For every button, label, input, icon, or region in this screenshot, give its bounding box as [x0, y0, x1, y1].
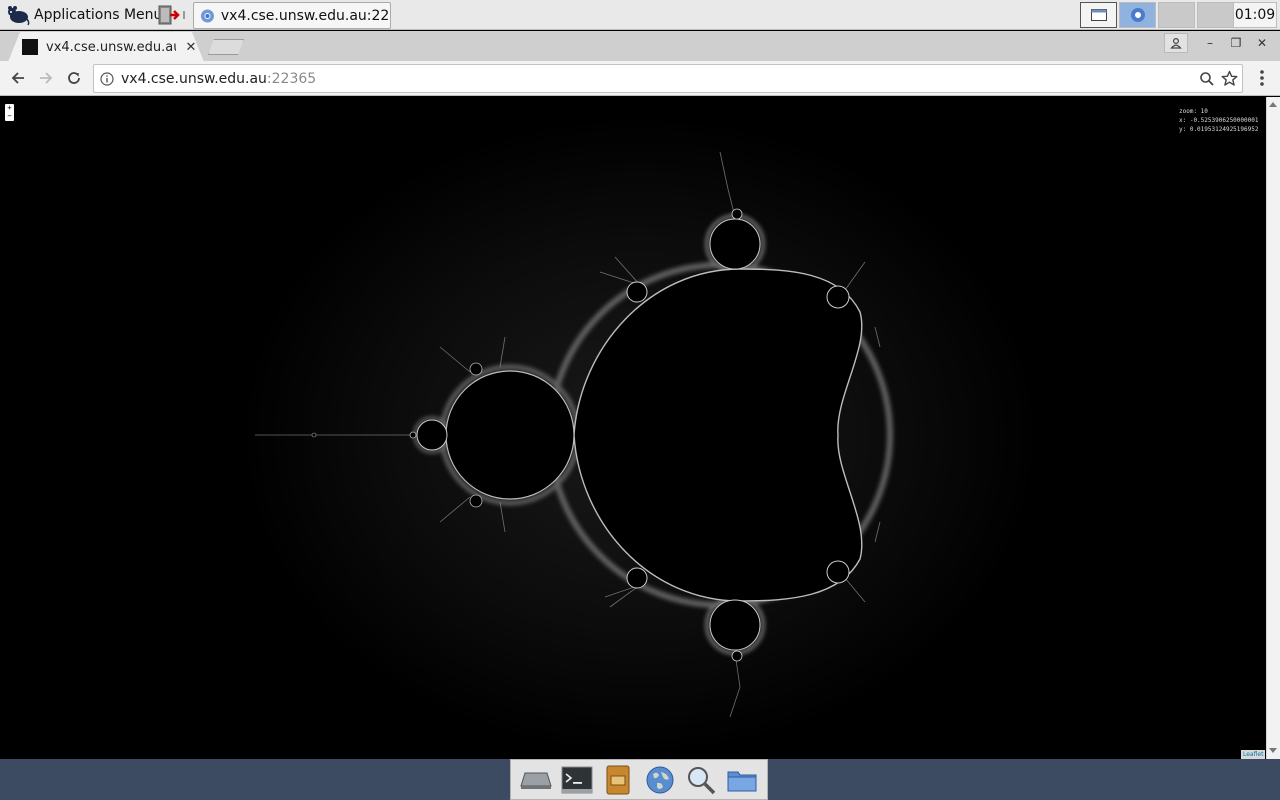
applications-menu-label: Applications Menu	[34, 7, 163, 23]
zoom-magnifier-icon[interactable]	[1199, 71, 1215, 87]
profile-button[interactable]	[1164, 33, 1188, 53]
terminal-icon	[561, 766, 593, 793]
clock[interactable]: 01:09	[1233, 2, 1277, 28]
forward-button[interactable]	[34, 66, 58, 90]
map-info-panel: zoom: 10 x: -0.5253906250000001 y: 0.01953…	[1179, 107, 1258, 134]
dock	[510, 759, 768, 800]
file-manager-icon	[606, 765, 630, 794]
taskbar-window-label: vx4.cse.unsw.edu.au:22...	[220, 7, 390, 24]
folder-icon	[727, 771, 757, 791]
workspace-3[interactable]	[1158, 2, 1195, 28]
close-window-button[interactable]: ✕	[1250, 33, 1274, 53]
info-x: x: -0.5253906250000001	[1179, 117, 1259, 124]
xfce-mouse-icon	[8, 6, 30, 26]
dock-web-browser[interactable]	[642, 762, 678, 798]
vertical-scrollbar[interactable]	[1266, 97, 1280, 759]
reload-icon	[68, 72, 80, 84]
workspace-1[interactable]	[1080, 2, 1117, 28]
minimize-button[interactable]: –	[1198, 33, 1222, 53]
workspace-switcher	[1080, 2, 1234, 28]
top-panel: Applications Menu vx4.cse.unsw.edu.au:22…	[0, 0, 1280, 30]
url-port: :22365	[266, 71, 317, 87]
chrome-icon	[200, 8, 214, 23]
new-tab-button[interactable]	[208, 39, 244, 55]
dock-terminal[interactable]	[559, 762, 595, 798]
logout-icon	[158, 5, 185, 25]
logout-launcher[interactable]	[156, 3, 192, 27]
dock-search[interactable]	[683, 762, 719, 798]
page-viewport[interactable]: + − zoom: 10 x: -0.5253906250000001 y: 0.0…	[0, 97, 1266, 759]
search-icon	[687, 766, 716, 794]
url-host: vx4.cse.unsw.edu.au	[121, 71, 267, 87]
taskbar-window-button[interactable]: vx4.cse.unsw.edu.au:22...	[193, 2, 391, 29]
tab-close-button[interactable]: ✕	[184, 40, 198, 55]
bookmark-star-icon[interactable]	[1221, 70, 1238, 87]
chrome-menu-icon[interactable]	[1252, 67, 1272, 91]
dock-home-drive[interactable]	[518, 762, 554, 798]
map-zoom-control: + −	[5, 104, 14, 121]
mandelbrot-fractal[interactable]	[0, 97, 1266, 759]
workspace-4[interactable]	[1197, 2, 1234, 28]
window-icon	[1090, 9, 1107, 21]
person-icon	[1170, 37, 1182, 49]
web-browser-icon	[646, 766, 674, 793]
zoom-in-button[interactable]: +	[5, 104, 14, 112]
zoom-out-button[interactable]: −	[5, 112, 14, 120]
chrome-icon	[1130, 8, 1145, 22]
scroll-down-icon[interactable]	[1269, 748, 1277, 753]
back-button[interactable]	[6, 66, 30, 90]
info-zoom: zoom: 10	[1179, 108, 1208, 115]
browser-tab[interactable]: vx4.cse.unsw.edu.au ✕	[8, 32, 204, 62]
info-icon	[100, 72, 114, 86]
applications-menu-button[interactable]: Applications Menu	[2, 2, 166, 28]
window-controls: – ❐ ✕	[1164, 33, 1274, 55]
forward-arrow-icon	[40, 72, 53, 84]
tab-favicon	[22, 39, 38, 55]
tab-strip: vx4.cse.unsw.edu.au ✕ – ❐ ✕	[0, 31, 1280, 61]
address-url: vx4.cse.unsw.edu.au:22365	[121, 71, 316, 87]
tab-title: vx4.cse.unsw.edu.au	[46, 39, 176, 55]
scroll-up-icon[interactable]	[1269, 102, 1277, 107]
restore-button[interactable]: ❐	[1224, 33, 1248, 53]
back-arrow-icon	[11, 72, 24, 84]
home-drive-icon	[519, 772, 552, 789]
dock-file-manager[interactable]	[600, 762, 636, 798]
leaflet-attribution[interactable]: Leaflet	[1241, 750, 1266, 759]
address-bar[interactable]: vx4.cse.unsw.edu.au:22365	[93, 64, 1243, 93]
reload-button[interactable]	[62, 66, 86, 90]
workspace-2[interactable]	[1119, 2, 1156, 28]
browser-toolbar: vx4.cse.unsw.edu.au:22365	[0, 61, 1280, 96]
info-y: y: 0.01953124925196952	[1179, 126, 1259, 133]
dock-folder[interactable]	[724, 762, 760, 798]
